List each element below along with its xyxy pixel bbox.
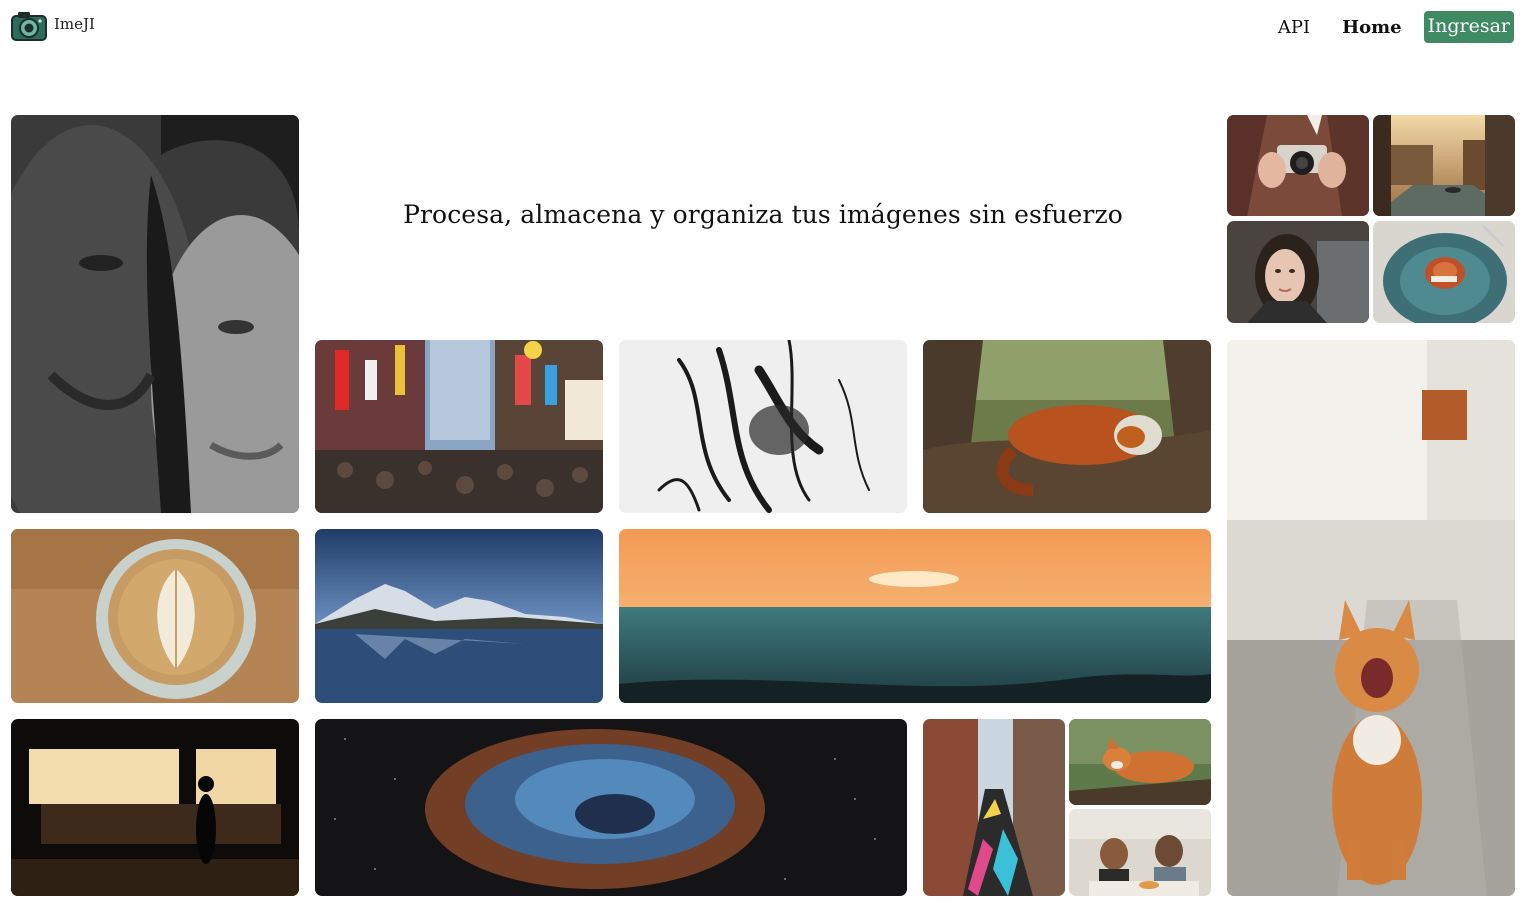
gallery-image-friends-eating[interactable] bbox=[1069, 809, 1211, 896]
gallery-image-canal-sunset[interactable] bbox=[1373, 115, 1515, 216]
gallery-image-tokyo-street[interactable] bbox=[315, 340, 603, 513]
gallery-image-ink-strokes[interactable] bbox=[619, 340, 907, 513]
nav-home-link[interactable]: Home bbox=[1342, 17, 1402, 38]
hero-headline: Procesa, almacena y organiza tus imágene… bbox=[403, 200, 1123, 229]
gallery-image-pasta-plate[interactable] bbox=[1373, 221, 1515, 323]
gallery-image-nebula[interactable] bbox=[315, 719, 907, 896]
gallery-image-yawning-cat[interactable] bbox=[1227, 340, 1515, 896]
nav-api-link[interactable]: API bbox=[1278, 17, 1310, 38]
brand-name[interactable]: ImeJI bbox=[54, 15, 95, 33]
gallery-image-painted-street[interactable] bbox=[923, 719, 1065, 896]
gallery-image-mountain-lake[interactable] bbox=[315, 529, 603, 703]
login-button[interactable]: Ingresar bbox=[1423, 11, 1514, 43]
camera-logo-icon bbox=[10, 10, 50, 42]
main-nav: API Home Ingresar bbox=[1278, 11, 1514, 43]
top-navbar: ImeJI API Home Ingresar bbox=[0, 0, 1521, 60]
gallery-image-camera-hands[interactable] bbox=[1227, 115, 1369, 216]
gallery-image-latte-art[interactable] bbox=[11, 529, 299, 703]
gallery-image-woman-portrait[interactable] bbox=[1227, 221, 1369, 323]
gallery-image-red-panda[interactable] bbox=[923, 340, 1211, 513]
gallery-image-couple-portrait[interactable] bbox=[11, 115, 299, 513]
gallery-image-fox[interactable] bbox=[1069, 719, 1211, 805]
gallery-image-night-stall[interactable] bbox=[11, 719, 299, 896]
gallery-image-ocean-sunset[interactable] bbox=[619, 529, 1211, 703]
brand-logo[interactable]: ImeJI bbox=[10, 10, 95, 42]
